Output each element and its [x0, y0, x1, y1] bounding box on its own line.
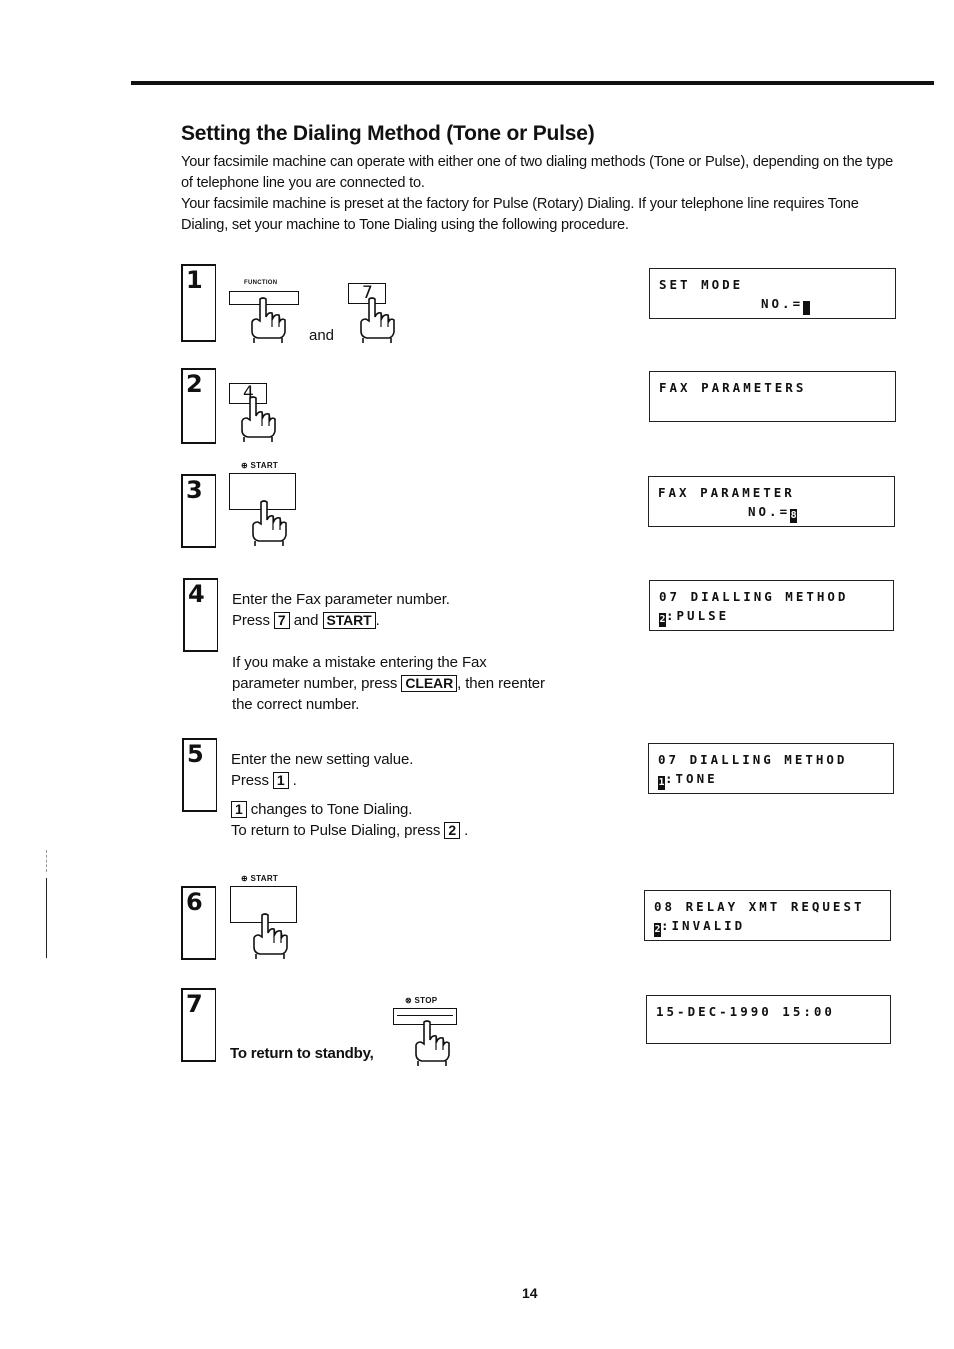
step-number: 6 [186, 888, 203, 916]
header-rule [131, 81, 934, 85]
scan-artifact [46, 850, 48, 872]
step-1-box: 1 [181, 264, 216, 342]
note-text: changes to Tone Dialing. [250, 801, 413, 818]
start-key-inline: START [322, 612, 376, 629]
step-7-box: 7 [181, 988, 216, 1062]
step-number: 7 [186, 990, 203, 1018]
step-3-box: 3 [181, 474, 216, 548]
key-1-inline: 1 [272, 772, 289, 789]
instruction-line: Press 7 and START. [232, 610, 592, 631]
step-number: 5 [187, 740, 204, 768]
lcd-line-2: 1:TONE [658, 771, 718, 790]
step-2-box: 2 [181, 368, 216, 444]
instruction-line: Enter the Fax parameter number. [232, 591, 450, 608]
lcd-cursor [803, 301, 811, 315]
stop-key-line [397, 1015, 453, 1016]
lcd-line-1: SET MODE [659, 277, 744, 292]
lcd-display-dialling-pulse: 07 DIALLING METHOD 2:PULSE [649, 580, 894, 631]
intro-paragraph: Your facsimile machine can operate with … [181, 154, 894, 191]
step-4-note: If you make a mistake entering the Fax p… [232, 652, 552, 715]
press-text: Press [231, 772, 269, 789]
lcd-display-fax-parameter-no: FAX PARAMETER NO.=8 [648, 476, 895, 527]
key-7-inline: 7 [273, 612, 290, 629]
step-5-instructions: Enter the new setting value. Press 1 . 1… [231, 749, 591, 841]
and-text: and [293, 612, 319, 629]
lcd-text: NO.= [748, 504, 791, 519]
start-key-label: ⊕ START [241, 874, 279, 883]
lcd-cursor: 2 [654, 923, 661, 937]
lcd-text: :PULSE [666, 608, 730, 623]
step-5-box: 5 [182, 738, 217, 812]
lcd-line-2: NO.= [761, 296, 811, 315]
hand-press-icon [248, 913, 290, 959]
note-text: If you make a mistake entering the Fax p… [232, 652, 552, 715]
lcd-cursor: 1 [658, 776, 665, 790]
hand-press-icon [355, 297, 397, 343]
lcd-cursor: 8 [790, 509, 798, 523]
lcd-display-fax-parameters: FAX PARAMETERS [649, 371, 896, 422]
lcd-display-relay-xmt: 08 RELAY XMT REQUEST 2:INVALID [644, 890, 891, 941]
press-text: Press [232, 612, 270, 629]
step-number: 1 [186, 266, 203, 294]
lcd-line-1: 07 DIALLING METHOD [658, 752, 848, 767]
intro-paragraph: Your facsimile machine is preset at the … [181, 196, 859, 233]
lcd-display-standby-clock: 15-DEC-1990 15:00 [646, 995, 891, 1044]
lcd-line-1: 07 DIALLING METHOD [659, 589, 849, 604]
lcd-line-2: 2:PULSE [659, 608, 729, 627]
instruction-line: To return to Pulse Dialing, press 2 . [231, 822, 469, 839]
lcd-text: NO.= [761, 296, 804, 311]
hand-press-icon [410, 1020, 452, 1066]
function-key-label: FUNCTION [244, 280, 278, 286]
step-4-instructions: Enter the Fax parameter number. Press 7 … [232, 589, 592, 631]
step-number: 2 [186, 370, 203, 398]
lcd-cursor: 2 [659, 613, 666, 627]
lcd-text: :TONE [665, 771, 718, 786]
lcd-line-1: 08 RELAY XMT REQUEST [654, 899, 865, 914]
page-number: 14 [522, 1285, 538, 1301]
step-number: 4 [188, 580, 205, 608]
start-key-label: ⊕ START [241, 461, 279, 470]
step-4-box: 4 [183, 578, 218, 652]
lcd-line-1: 15-DEC-1990 15:00 [656, 1004, 835, 1019]
lcd-line-1: FAX PARAMETER [658, 485, 795, 500]
key-2-inline: 2 [444, 822, 461, 839]
standby-text: To return to standby, [230, 1045, 374, 1062]
lcd-display-dialling-tone: 07 DIALLING METHOD 1:TONE [648, 743, 894, 794]
step-number: 3 [186, 476, 203, 504]
instruction-line: 1 changes to Tone Dialing. [231, 799, 591, 820]
lcd-display-set-mode: SET MODE NO.= [649, 268, 896, 319]
intro-text: Your facsimile machine can operate with … [181, 152, 901, 236]
hand-press-icon [247, 500, 289, 546]
hand-press-icon [236, 396, 278, 442]
page-title: Setting the Dialing Method (Tone or Puls… [181, 122, 595, 145]
step-6-box: 6 [181, 886, 216, 960]
and-text: and [309, 327, 335, 344]
instruction-line: Press 1 . [231, 772, 297, 789]
instruction-line: Enter the new setting value. [231, 751, 414, 768]
lcd-line-1: FAX PARAMETERS [659, 380, 807, 395]
lcd-line-2: 2:INVALID [654, 918, 745, 937]
scan-artifact [46, 878, 47, 958]
hand-press-icon [246, 297, 288, 343]
lcd-line-2: NO.=8 [748, 504, 798, 523]
clear-key-inline: CLEAR [401, 675, 458, 692]
stop-key-label: ⊗ STOP [405, 996, 438, 1005]
lcd-text: :INVALID [661, 918, 746, 933]
key-1-inline: 1 [231, 801, 247, 818]
period: . [375, 612, 380, 629]
note-text: To return to Pulse Dialing, press [231, 822, 441, 839]
